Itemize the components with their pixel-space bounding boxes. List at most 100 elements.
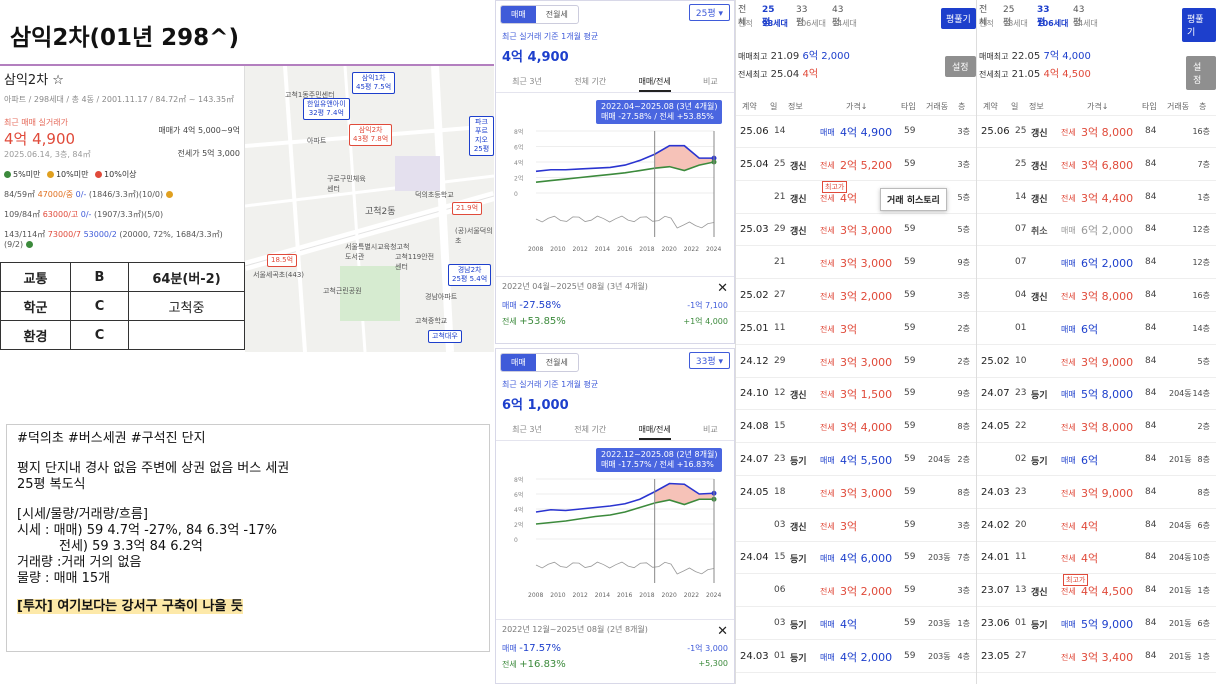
table-row[interactable]: 25.01 11 전세 3억 59 2층: [736, 313, 976, 345]
y-tick-label: 0: [514, 537, 518, 544]
tab-sale-rent[interactable]: 매매/전세: [638, 421, 671, 440]
table-row[interactable]: 24.04 15 등기 매매 4억 6,000 59 203동 7층: [736, 542, 976, 575]
table-row[interactable]: 24.05 18 전세 3억 3,000 59 8층: [736, 477, 976, 509]
tab-compare[interactable]: 비교: [703, 421, 718, 440]
y-tick-label: 4억: [514, 506, 523, 514]
tab-3y[interactable]: 최근 3년: [512, 73, 542, 92]
price-chart[interactable]: 8억 6억 4억 2억 0 2008 2010 2012 2014 2016 2018 2020 202…: [496, 473, 734, 601]
table-row[interactable]: 24.02 20 전세 4억 84 204동 6층: [977, 510, 1216, 542]
column-6[interactable]: 층: [958, 101, 965, 112]
chart-pane-25: 매매 전월세 25평 ▾ 최근 실거래 기준 1개월 평균 4억 4,900 최근…: [495, 0, 735, 344]
rent-pct: +53.85%: [519, 316, 566, 327]
table-row[interactable]: 07 매매 6억 2,000 84 12층: [977, 247, 1216, 280]
tab-sale[interactable]: 매매: [501, 6, 536, 23]
settings-button[interactable]: 설정: [1186, 56, 1216, 90]
table-row[interactable]: 14 갱신 전세 3억 4,400 84 1층: [977, 182, 1216, 214]
price-chart[interactable]: 8억 6억 4억 2억 0 2008 2010 2012 2014 2016 2018 2020 202…: [496, 125, 734, 255]
table-row[interactable]: 02 등기 매매 6억 84 201동 8층: [977, 444, 1216, 476]
table-row[interactable]: 25.06 14 매매 4억 4,900 59 3층: [736, 116, 976, 148]
column-4[interactable]: 타입: [1142, 101, 1157, 112]
pin-name: 경남2차: [457, 266, 482, 274]
map-label: 고척중학교: [415, 317, 448, 325]
tab-sale[interactable]: 매매: [501, 354, 536, 371]
table-row[interactable]: 24.07 23 등기 매매 4억 5,500 59 204동 2층: [736, 444, 976, 476]
map-pin[interactable]: 삼익1차 45평 7.5억: [352, 72, 396, 94]
row-kind: 전세: [1061, 587, 1076, 597]
rent-high-date: 21.05: [1011, 69, 1041, 80]
tab-all[interactable]: 전체 기간: [574, 421, 606, 440]
column-5[interactable]: 거래동: [1167, 101, 1189, 112]
flatten-button[interactable]: 평풀기: [941, 8, 976, 29]
table-row[interactable]: 25.02 27 전세 3억 2,000 59 3층: [736, 280, 976, 312]
row-kind: 전세: [1061, 292, 1076, 301]
row-day: 03: [774, 618, 786, 628]
map-pin[interactable]: 고척대우: [428, 330, 462, 343]
map-view[interactable]: 삼익1차 45평 7.5억 한일유앤아이 32평 7.4억 삼익2차 43평 7.8억…: [245, 66, 494, 352]
volume-line: [535, 215, 715, 229]
table-row[interactable]: 24.10 12 갱신 전세 3억 1,500 59 9층: [736, 378, 976, 411]
table-row[interactable]: 25 갱신 전세 3억 6,800 84 7층: [977, 149, 1216, 181]
table-row[interactable]: 25.02 10 전세 3억 9,000 84 5층: [977, 346, 1216, 378]
history-tooltip[interactable]: 거래 히스토리: [880, 188, 947, 211]
close-icon[interactable]: ✕: [717, 281, 728, 296]
tab-sale-rent[interactable]: 매매/전세: [638, 73, 671, 92]
settings-button[interactable]: 설정: [945, 56, 976, 77]
tab-all[interactable]: 전체 기간: [574, 73, 606, 92]
table-row[interactable]: 24.07 23 등기 매매 5억 8,000 84 204동 14층: [977, 378, 1216, 411]
table-row[interactable]: 24.08 15 전세 3억 4,000 59 8층: [736, 411, 976, 444]
column-0[interactable]: 계약: [742, 101, 757, 112]
column-2[interactable]: 정보: [788, 101, 803, 112]
table-row[interactable]: 24.03 01 등기 매매 4억 2,000 59 203동 4층: [736, 641, 976, 673]
table-row[interactable]: 03 등기 매매 4억 59 203동 1층: [736, 608, 976, 640]
row-day: 22: [1015, 421, 1027, 432]
column-4[interactable]: 타입: [901, 101, 916, 112]
map-pin[interactable]: 경남2차 25평 5.4억: [448, 264, 492, 286]
table-row[interactable]: 07 취소 매매 6억 2,000 84 12층: [977, 214, 1216, 247]
tab-rent[interactable]: 전월세: [536, 354, 578, 371]
row-day: 23: [774, 454, 786, 464]
x-tick-label: 2020: [662, 592, 677, 599]
table-row[interactable]: 23.06 01 등기 매매 5억 9,000 84 201동 6층: [977, 608, 1216, 640]
row-kind: 매매: [820, 456, 835, 465]
table-row[interactable]: 24.12 29 전세 3억 3,000 59 2층: [736, 346, 976, 378]
column-5[interactable]: 거래동: [926, 101, 948, 112]
table-row[interactable]: 03 갱신 전세 3억 59 3층: [736, 510, 976, 542]
table-row[interactable]: 24.05 22 전세 3억 8,000 84 2층: [977, 411, 1216, 444]
map-pin[interactable]: 한일유앤아이 32평 7.4억: [303, 98, 350, 120]
table-row[interactable]: 21 전세 3억 3,000 59 9층: [736, 247, 976, 280]
column-0[interactable]: 계약: [983, 101, 998, 112]
column-1[interactable]: 일: [770, 101, 777, 112]
row-type: 84: [1145, 290, 1157, 300]
tab-3y[interactable]: 최근 3년: [512, 421, 542, 440]
unit-sale: 47000/중: [37, 190, 74, 199]
map-pin[interactable]: 파크푸르지오 25평: [469, 116, 494, 156]
tab-rent[interactable]: 전월세: [536, 6, 578, 23]
tab-compare[interactable]: 비교: [703, 73, 718, 92]
size-select[interactable]: 25평 ▾: [688, 4, 730, 21]
map-pin-selected[interactable]: 삼익2차 43평 7.8억: [349, 124, 393, 146]
table-row[interactable]: 25.03 29 갱신 전세 3억 3,000 59 5층: [736, 214, 976, 247]
map-pin[interactable]: 21.9억: [452, 202, 483, 215]
flatten-button[interactable]: 평풀기: [1182, 8, 1216, 42]
row-day: 18: [774, 486, 786, 497]
table-row[interactable]: 06 전세 3억 2,000 59 3층: [736, 575, 976, 608]
table-row[interactable]: 23.07 13 갱신 전세 4억 4,500 84 201동 1층 최고가: [977, 574, 1216, 608]
column-2[interactable]: 정보: [1029, 101, 1044, 112]
column-3[interactable]: 가격↓: [1087, 101, 1108, 112]
close-icon[interactable]: ✕: [717, 624, 728, 639]
table-row[interactable]: 24.01 11 전세 4억 84 204동 10층: [977, 542, 1216, 575]
table-row[interactable]: 25.04 25 갱신 전세 2억 5,200 59 3층: [736, 149, 976, 181]
column-1[interactable]: 일: [1011, 101, 1018, 112]
column-3[interactable]: 가격↓: [846, 101, 867, 112]
map-pin[interactable]: 18.5억: [267, 254, 298, 267]
table-row[interactable]: 01 매매 6억 84 14층: [977, 313, 1216, 345]
row-kind: 전세: [1061, 423, 1076, 433]
complex-name[interactable]: 삼익2차 ☆: [4, 69, 240, 88]
table-row[interactable]: 04 갱신 전세 3억 8,000 84 16층: [977, 280, 1216, 312]
size-select[interactable]: 33평 ▾: [688, 352, 730, 369]
rent-high-date: 25.04: [770, 69, 800, 80]
table-row[interactable]: 23.05 27 전세 3억 3,400 84 201동 1층: [977, 641, 1216, 673]
column-6[interactable]: 층: [1199, 101, 1206, 112]
table-row[interactable]: 25.06 25 갱신 전세 3억 8,000 84 16층: [977, 116, 1216, 148]
table-row[interactable]: 24.03 23 전세 3억 9,000 84 8층: [977, 477, 1216, 509]
